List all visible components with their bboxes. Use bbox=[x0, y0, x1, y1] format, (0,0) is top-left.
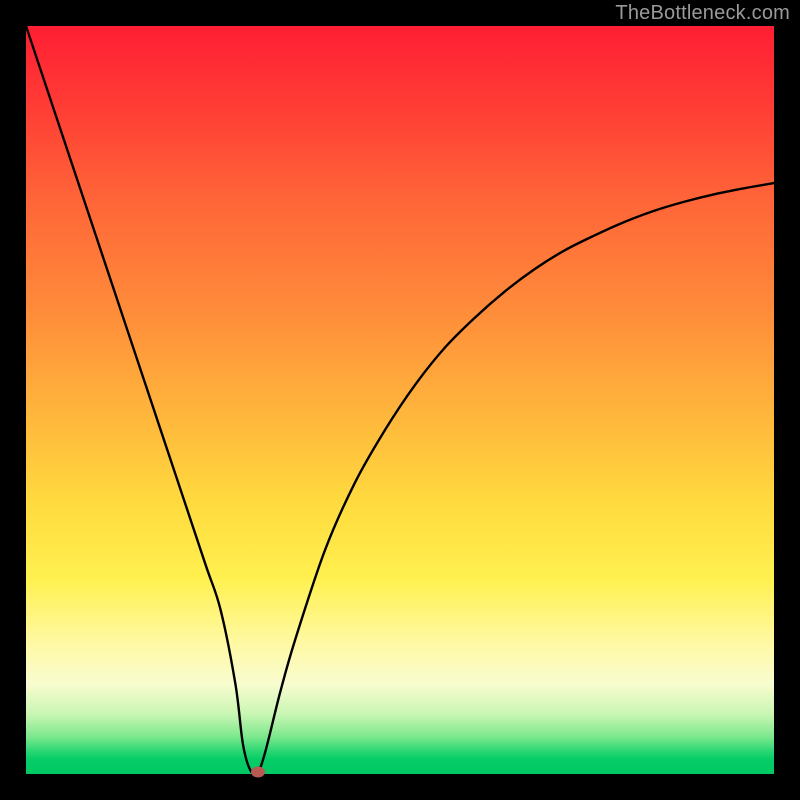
bottleneck-curve-path bbox=[26, 26, 774, 774]
optimal-point-marker bbox=[251, 766, 265, 777]
plot-area bbox=[26, 26, 774, 774]
chart-frame: TheBottleneck.com bbox=[0, 0, 800, 800]
watermark-text: TheBottleneck.com bbox=[615, 2, 790, 25]
curve-svg bbox=[26, 26, 774, 774]
